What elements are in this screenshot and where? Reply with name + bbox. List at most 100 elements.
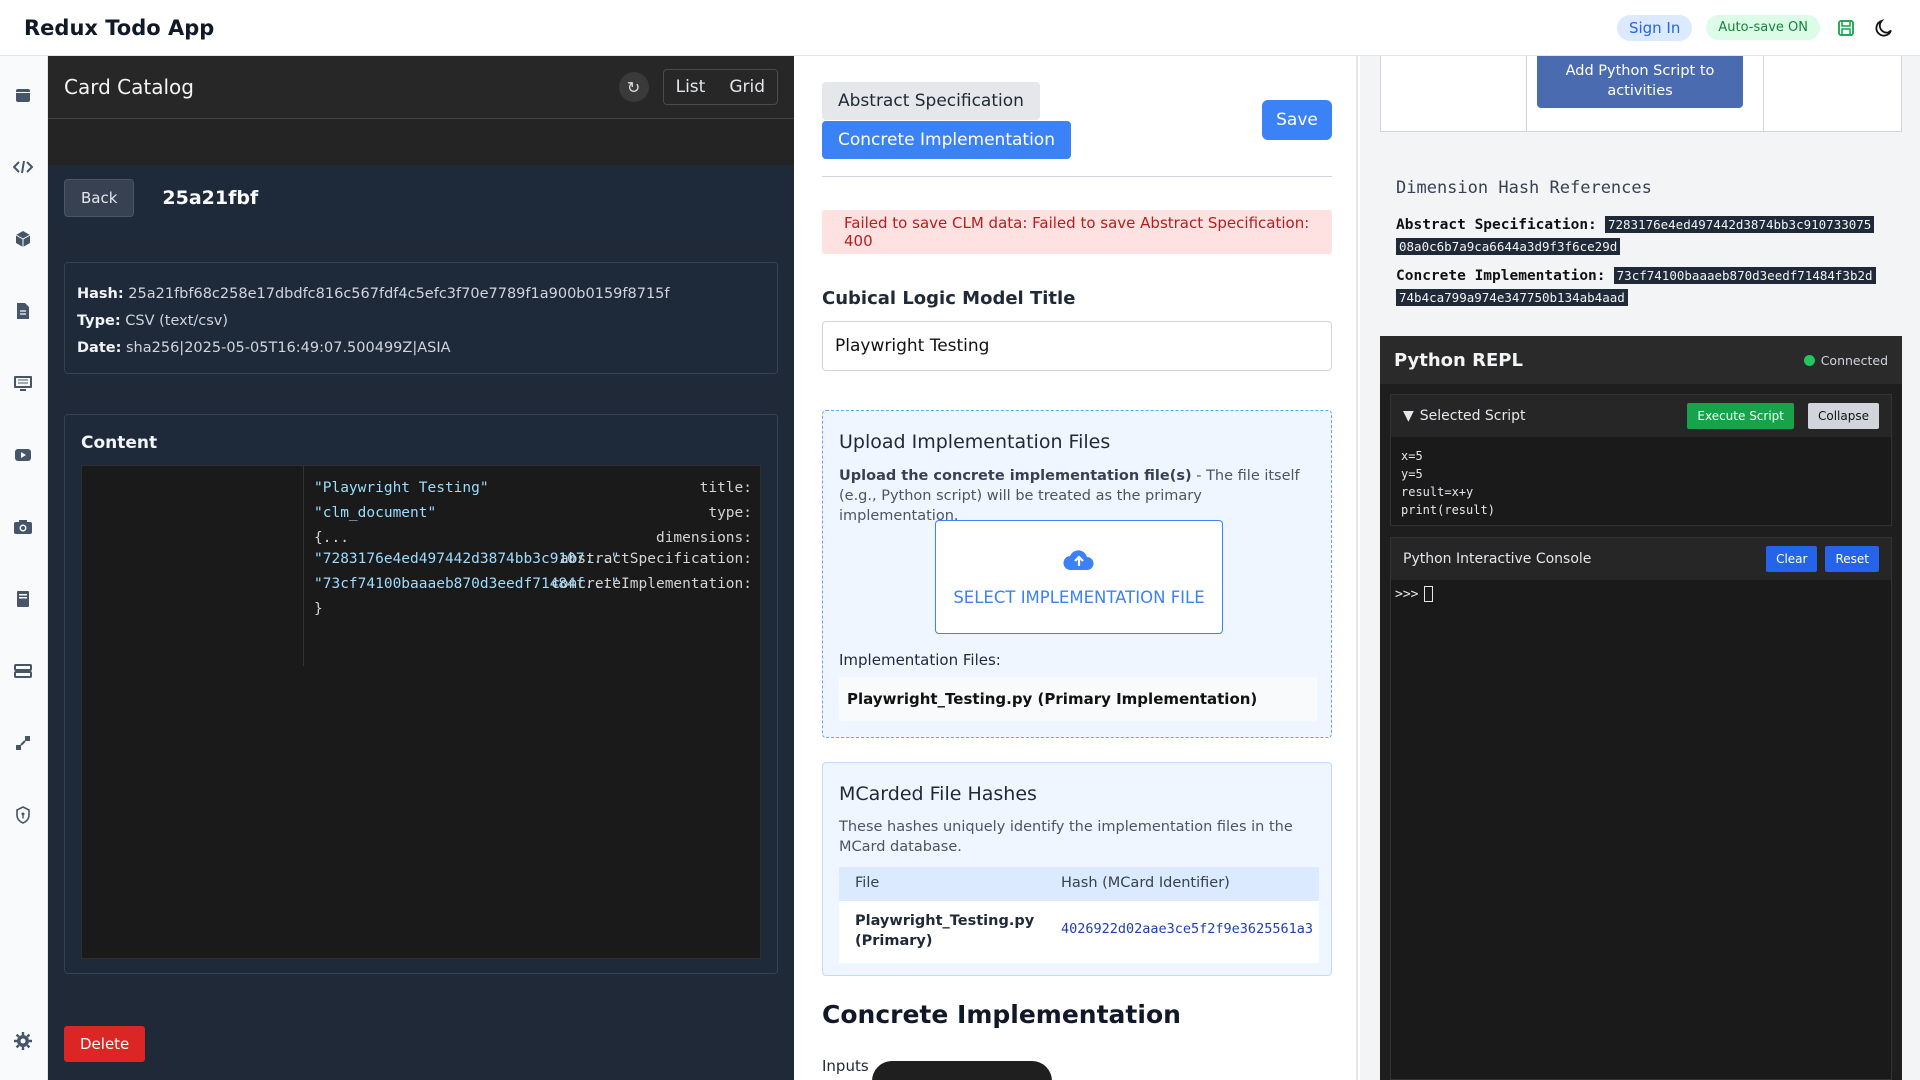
column-file: File	[855, 875, 880, 891]
view-toggle: List Grid	[662, 69, 778, 105]
console-title: Python Interactive Console	[1403, 551, 1592, 567]
dimension-title: Dimension Hash References	[1396, 178, 1652, 198]
title-input[interactable]	[822, 321, 1332, 371]
select-file-label: SELECT IMPLEMENTATION FILE	[953, 587, 1205, 607]
shield-icon[interactable]	[12, 804, 34, 826]
code-icon[interactable]	[12, 156, 34, 178]
concrete-implementation-heading: Concrete Implementation	[822, 1000, 1181, 1029]
stack-icon[interactable]	[12, 660, 34, 682]
floating-toolbar[interactable]	[872, 1061, 1052, 1080]
implementation-file-item: Playwright_Testing.py (Primary Implement…	[839, 677, 1317, 721]
save-button[interactable]: Save	[1262, 100, 1332, 140]
cube-icon[interactable]	[12, 228, 34, 250]
content-section: Content title: "Playwright Testing" type…	[64, 414, 778, 974]
dimension-hash-references: Dimension Hash References Abstract Speci…	[1380, 164, 1902, 336]
row-hash[interactable]: 4026922d02aae3ce5f2f9e3625561a3	[1061, 921, 1313, 937]
concrete-hash[interactable]: 73cf74100baaaeb870d3eedf71484f3b2d	[1613, 267, 1876, 284]
video-icon[interactable]	[12, 444, 34, 466]
back-button[interactable]: Back	[64, 179, 135, 217]
header-actions: Sign In Auto-save ON	[1616, 14, 1896, 41]
connection-status: Connected	[1803, 353, 1888, 368]
right-panel: Add Python Script to activities Dimensio…	[1360, 56, 1920, 1080]
implementation-files-label: Implementation Files:	[839, 651, 1001, 669]
card-detail-bar: Back 25a21fbf	[48, 165, 794, 231]
json-viewer[interactable]: title: "Playwright Testing" type: "clm_d…	[81, 465, 761, 959]
network-icon[interactable]	[12, 732, 34, 754]
select-implementation-file-button[interactable]: SELECT IMPLEMENTATION FILE	[935, 520, 1223, 634]
row-file: Playwright_Testing.py (Primary)	[855, 913, 1035, 949]
concrete-hash-row: Concrete Implementation: 73cf74100baaaeb…	[1396, 265, 1896, 309]
tab-abstract-specification[interactable]: Abstract Specification	[822, 82, 1040, 120]
tab-concrete-implementation[interactable]: Concrete Implementation	[822, 121, 1071, 159]
view-list-button[interactable]: List	[664, 70, 718, 104]
code-line: x=5	[1401, 449, 1423, 463]
catalog-title: Card Catalog	[64, 75, 194, 99]
upload-description: Upload the concrete implementation file(…	[839, 468, 1300, 524]
meta-hash: Hash: 25a21fbf68c258e17dbdfc816c567fdf4c…	[77, 286, 670, 302]
json-key: type:	[708, 505, 752, 521]
json-value: }	[314, 601, 323, 617]
clear-button[interactable]: Clear	[1766, 546, 1818, 572]
json-value[interactable]: {...	[314, 528, 349, 548]
concrete-hash-cont[interactable]: 74b4ca799a974e347750b134ab4aad	[1396, 289, 1628, 306]
reset-button[interactable]: Reset	[1825, 546, 1879, 572]
console-header: Python Interactive Console Clear Reset	[1391, 538, 1891, 580]
json-value: "clm_document"	[314, 505, 437, 521]
sign-in-button[interactable]: Sign In	[1616, 14, 1693, 41]
upload-section: Upload Implementation Files Upload the c…	[822, 410, 1332, 738]
save-icon[interactable]	[1834, 16, 1858, 40]
card-catalog-panel: Card Catalog ↻ List Grid Back 25a21fbf H…	[48, 56, 794, 1080]
table-header: File Hash (MCard Identifier)	[839, 867, 1319, 901]
script-code: x=5 y=5 result=x+y print(result)	[1391, 437, 1891, 529]
catalog-header: Card Catalog ↻ List Grid	[48, 56, 794, 119]
json-value: "Playwright Testing"	[314, 480, 489, 496]
divider	[1763, 56, 1764, 132]
refresh-button[interactable]: ↻	[618, 72, 649, 102]
delete-button[interactable]: Delete	[64, 1026, 146, 1062]
hashes-title: MCarded File Hashes	[839, 783, 1037, 805]
code-line: print(result)	[1401, 503, 1495, 517]
execute-script-button[interactable]: Execute Script	[1687, 403, 1794, 429]
card-id: 25a21fbf	[162, 187, 259, 209]
file-icon[interactable]	[12, 300, 34, 322]
selected-script-card: ▼ Selected Script Execute Script Collaps…	[1390, 394, 1892, 526]
autosave-badge[interactable]: Auto-save ON	[1706, 15, 1820, 40]
repl-header: Python REPL Connected	[1380, 336, 1902, 384]
console-input-line[interactable]: >>>	[1391, 580, 1891, 608]
add-python-script-button[interactable]: Add Python Script to activities	[1537, 56, 1743, 108]
view-grid-button[interactable]: Grid	[717, 70, 777, 104]
book-icon[interactable]	[12, 588, 34, 610]
json-value: "7283176e4ed497442d3874bb3c9107..."	[314, 551, 620, 567]
sidebar-rail	[0, 56, 48, 1080]
code-line: result=x+y	[1401, 485, 1474, 499]
app-title: Redux Todo App	[24, 15, 215, 40]
divider	[1526, 56, 1527, 132]
column-hash: Hash (MCard Identifier)	[1061, 875, 1230, 891]
collapse-toggle-icon[interactable]: ▼	[1403, 408, 1414, 424]
hashes-table: File Hash (MCard Identifier) Playwright_…	[839, 867, 1319, 963]
camera-icon[interactable]	[12, 516, 34, 538]
hashes-description: These hashes uniquely identify the imple…	[839, 819, 1293, 855]
abstract-hash-cont[interactable]: 08a0c6b7a9ca6644a3d9f3f6ce29d	[1396, 238, 1621, 255]
file-hashes-section: MCarded File Hashes These hashes uniquel…	[822, 762, 1332, 976]
script-header[interactable]: ▼ Selected Script Execute Script Collaps…	[1391, 395, 1891, 437]
calendar-icon[interactable]	[12, 84, 34, 106]
monitor-icon[interactable]	[12, 372, 34, 394]
status-dot-icon	[1803, 354, 1815, 366]
abstract-hash[interactable]: 7283176e4ed497442d3874bb3c910733075	[1604, 216, 1875, 233]
json-key: dimensions:	[655, 530, 752, 546]
title-label: Cubical Logic Model Title	[822, 288, 1076, 309]
python-repl: Python REPL Connected ▼ Selected Script …	[1380, 336, 1902, 1080]
json-key-gutter	[82, 466, 304, 666]
dark-mode-icon[interactable]	[1872, 16, 1896, 40]
cursor	[1424, 586, 1434, 602]
app-header: Redux Todo App Sign In Auto-save ON	[0, 0, 1920, 56]
divider	[822, 176, 1332, 177]
cloud-upload-icon	[1062, 548, 1096, 576]
script-title: Selected Script	[1419, 408, 1526, 424]
table-row: Playwright_Testing.py (Primary) 4026922d0…	[839, 901, 1319, 963]
card-metadata: Hash: 25a21fbf68c258e17dbdfc816c567fdf4c…	[64, 262, 778, 374]
collapse-button[interactable]: Collapse	[1808, 403, 1879, 429]
repl-title: Python REPL	[1394, 349, 1523, 371]
gear-icon[interactable]	[12, 1030, 34, 1052]
